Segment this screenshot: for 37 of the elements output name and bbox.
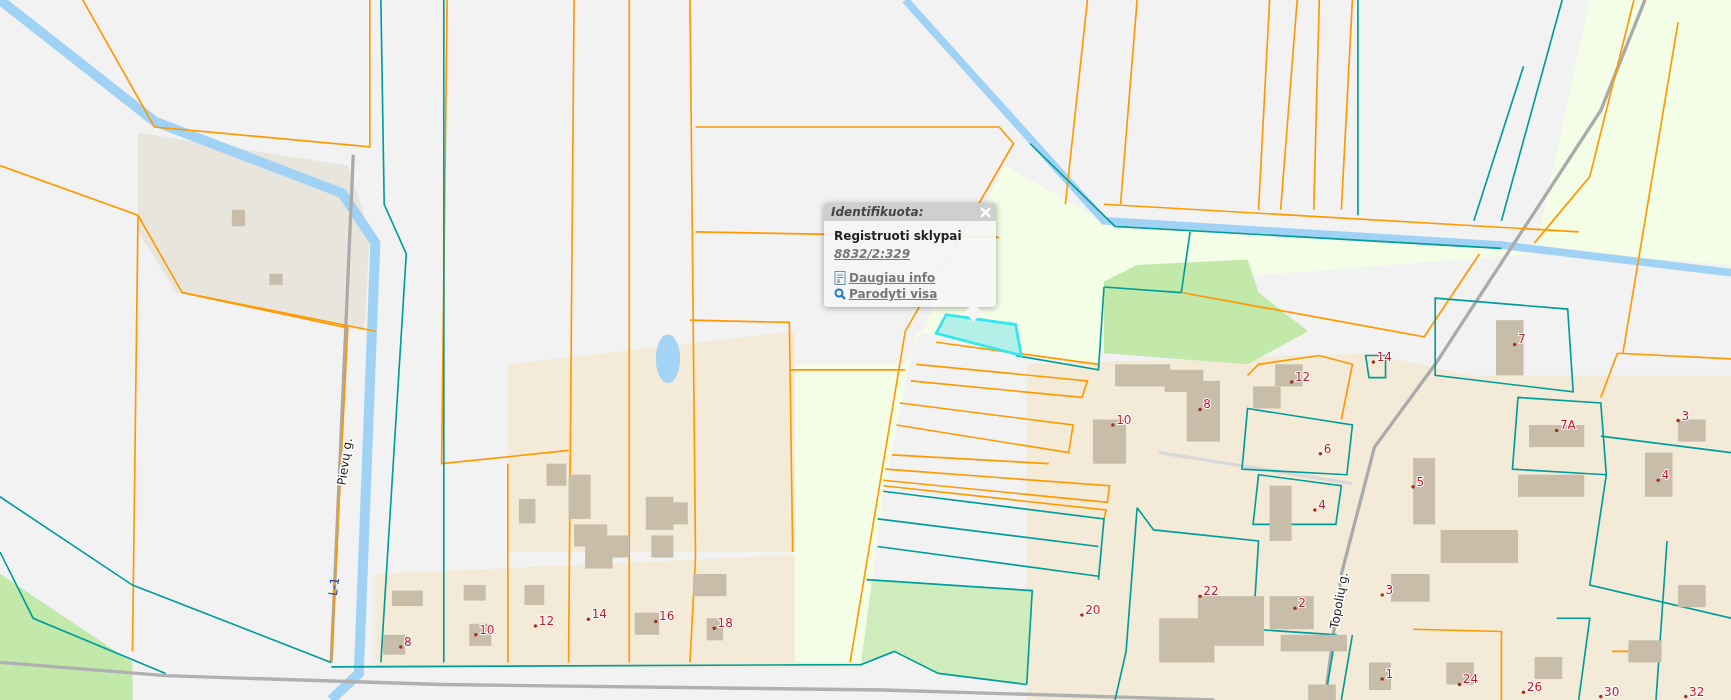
street-label: Pievų g. xyxy=(334,437,356,487)
street-label: Topolių g. xyxy=(1327,571,1351,630)
house-number-label: 22 xyxy=(1203,584,1219,599)
house-number-label: 3 xyxy=(1681,408,1690,423)
house-number-label: 4 xyxy=(1661,468,1670,483)
house-number-label: 6 xyxy=(1323,441,1332,456)
house-number-label: 26 xyxy=(1526,680,1543,695)
street-label: L-1 xyxy=(325,576,343,597)
house-number-label: 14 xyxy=(1376,350,1392,364)
house-number-label: 12 xyxy=(538,613,555,628)
house-number-label: 8 xyxy=(404,634,412,649)
house-number-label: 5 xyxy=(1416,474,1425,489)
house-number-label: 7A xyxy=(1559,418,1576,433)
house-number-label: 12 xyxy=(1295,369,1311,384)
house-number-label: 20 xyxy=(1085,602,1101,617)
search-icon xyxy=(834,288,846,300)
house-number-label: 1 xyxy=(1385,666,1394,681)
popup-title: Identifikuota: xyxy=(831,205,924,219)
house-number-label: 10 xyxy=(1116,412,1132,427)
house-number-label: 10 xyxy=(479,622,495,637)
document-icon xyxy=(834,271,846,285)
house-number-label: 30 xyxy=(1604,684,1620,699)
house-number-label: 7 xyxy=(1518,332,1526,347)
house-number-label: 2 xyxy=(1298,596,1306,611)
house-number-label: 4 xyxy=(1318,497,1326,512)
house-number-label: 16 xyxy=(659,609,675,624)
house-number-label: 18 xyxy=(717,616,733,631)
house-number-label: 8 xyxy=(1203,397,1211,412)
house-number-label: 3 xyxy=(1385,582,1394,597)
close-icon[interactable] xyxy=(980,206,991,218)
show-all-link[interactable]: Parodyti visa xyxy=(849,287,938,301)
house-number-label: 32 xyxy=(1689,684,1705,699)
layer-name: Registruoti sklypai xyxy=(834,229,963,243)
house-number-label: 24 xyxy=(1462,672,1479,687)
parcel-id-link[interactable]: 8832/2:329 xyxy=(834,247,910,261)
more-info-link[interactable]: Daugiau info xyxy=(849,271,936,285)
house-number-label: 14 xyxy=(591,607,608,622)
